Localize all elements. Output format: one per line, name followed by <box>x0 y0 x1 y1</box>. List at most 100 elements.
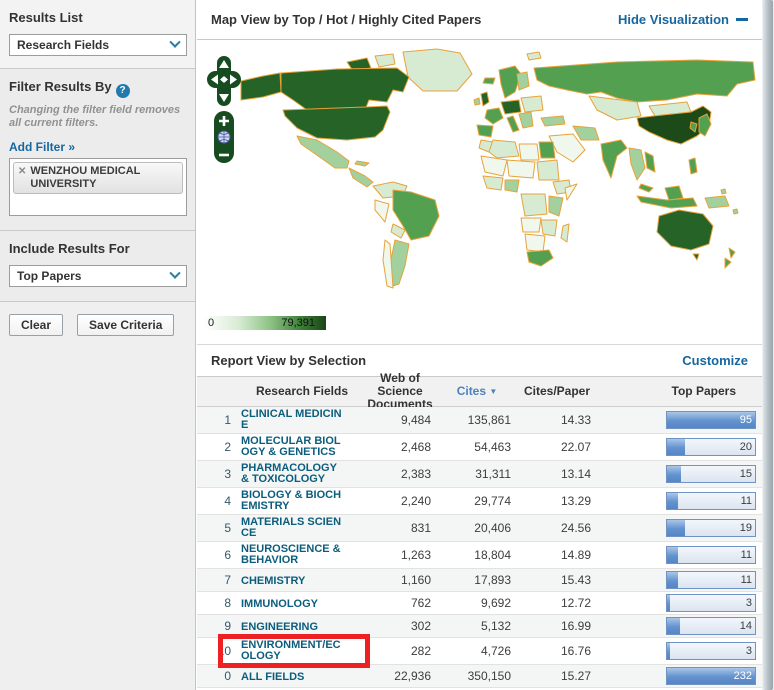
include-results-label: Include Results For <box>9 241 186 256</box>
row-field-link[interactable]: CHEMISTRY <box>241 576 343 587</box>
chevron-down-icon <box>164 266 186 286</box>
top-papers-bar-fill <box>667 595 670 611</box>
docs-column-header[interactable]: Web of Science Documents <box>363 372 437 411</box>
row-cites: 350,150 <box>437 669 517 683</box>
top-papers-bar-fill <box>667 493 678 509</box>
top-papers-bar: 11 <box>666 546 756 564</box>
results-list-section: Results List Research Fields <box>0 0 195 69</box>
filter-by-label: Filter Results By <box>9 79 112 94</box>
table-row: 3 PHARMACOLOGY & TOXICOLOGY 2,383 31,311… <box>197 461 762 488</box>
report-table-body: 1 CLINICAL MEDICINE 9,484 135,861 14.33 … <box>197 407 762 688</box>
row-cites: 31,311 <box>437 467 517 481</box>
row-field-link[interactable]: CLINICAL MEDICINE <box>241 409 343 431</box>
row-rank: 10 <box>197 644 241 658</box>
row-rank: 7 <box>197 573 241 587</box>
row-docs: 22,936 <box>363 669 437 683</box>
row-rank: 8 <box>197 596 241 610</box>
row-docs: 9,484 <box>363 413 437 427</box>
hide-visualization-link[interactable]: Hide Visualization <box>618 12 748 27</box>
clear-button[interactable]: Clear <box>9 314 63 336</box>
filter-tag[interactable]: ✕ WENZHOU MEDICAL UNIVERSITY <box>13 162 183 194</box>
save-criteria-button[interactable]: Save Criteria <box>77 314 174 336</box>
top-papers-bar-fill <box>667 547 678 563</box>
row-field-link[interactable]: PHARMACOLOGY & TOXICOLOGY <box>241 463 343 485</box>
map-pan-control[interactable] <box>207 56 241 106</box>
row-rank: 3 <box>197 467 241 481</box>
add-filter-link[interactable]: Add Filter » <box>9 140 75 154</box>
active-filters-box: ✕ WENZHOU MEDICAL UNIVERSITY <box>9 158 187 216</box>
customize-link[interactable]: Customize <box>682 353 748 368</box>
row-ratio: 13.29 <box>517 494 597 508</box>
row-rank: 1 <box>197 413 241 427</box>
top-papers-bar: 3 <box>666 594 756 612</box>
row-ratio: 12.72 <box>517 596 597 610</box>
help-icon[interactable]: ? <box>116 84 130 98</box>
row-ratio: 16.76 <box>517 644 597 658</box>
top-papers-bar-value: 15 <box>740 468 752 480</box>
vertical-scrollbar[interactable] <box>762 0 774 690</box>
ratio-column-header[interactable]: Cites/Paper <box>517 385 597 398</box>
top-papers-bar-value: 3 <box>746 597 752 609</box>
filter-tag-label: WENZHOU MEDICAL UNIVERSITY <box>30 165 170 191</box>
top-papers-bar-value: 3 <box>746 645 752 657</box>
table-row: 6 NEUROSCIENCE & BEHAVIOR 1,263 18,804 1… <box>197 542 762 569</box>
cites-column-header[interactable]: Cites ▼ <box>437 385 517 398</box>
scrollbar-thumb[interactable] <box>763 0 773 690</box>
top-papers-bar: 3 <box>666 642 756 660</box>
top-papers-bar: 11 <box>666 571 756 589</box>
row-field-link[interactable]: NEUROSCIENCE & BEHAVIOR <box>241 544 343 566</box>
table-row: 10 ENVIRONMENT/ECOLOGY 282 4,726 16.76 3 <box>197 638 762 665</box>
cites-column-label: Cites <box>457 384 486 398</box>
row-docs: 762 <box>363 596 437 610</box>
row-field-link[interactable]: MOLECULAR BIOLOGY & GENETICS <box>241 436 343 458</box>
field-column-header[interactable]: Research Fields <box>241 385 363 398</box>
world-map <box>197 40 762 344</box>
top-papers-bar-value: 11 <box>741 495 752 507</box>
row-field-link[interactable]: ENGINEERING <box>241 622 343 633</box>
map-zoom-control[interactable] <box>213 110 235 164</box>
table-row: 0 ALL FIELDS 22,936 350,150 15.27 232 <box>197 665 762 688</box>
top-papers-bar: 14 <box>666 617 756 635</box>
row-rank: 4 <box>197 494 241 508</box>
row-ratio: 24.56 <box>517 521 597 535</box>
row-field-link[interactable]: MATERIALS SCIENCE <box>241 517 343 539</box>
row-rank: 2 <box>197 440 241 454</box>
sidebar-actions: Clear Save Criteria <box>0 302 195 346</box>
row-cites: 18,804 <box>437 548 517 562</box>
top-papers-bar: 95 <box>666 411 756 429</box>
row-cites: 20,406 <box>437 521 517 535</box>
results-list-dropdown[interactable]: Research Fields <box>9 34 187 56</box>
row-field-link[interactable]: ALL FIELDS <box>241 672 343 683</box>
row-cites: 135,861 <box>437 413 517 427</box>
top-papers-bar-value: 232 <box>734 670 752 682</box>
row-rank: 6 <box>197 548 241 562</box>
row-field-link[interactable]: BIOLOGY & BIOCHEMISTRY <box>241 490 343 512</box>
row-rank: 0 <box>197 669 241 683</box>
filter-section: Filter Results By? Changing the filter f… <box>0 69 195 231</box>
include-results-dropdown[interactable]: Top Papers <box>9 265 187 287</box>
row-cites: 5,132 <box>437 619 517 633</box>
row-ratio: 16.99 <box>517 619 597 633</box>
top-papers-bar-value: 95 <box>740 414 752 426</box>
row-field-link[interactable]: ENVIRONMENT/ECOLOGY <box>241 640 343 662</box>
remove-filter-icon[interactable]: ✕ <box>18 165 26 191</box>
row-field-link[interactable]: IMMUNOLOGY <box>241 599 343 610</box>
sidebar: Results List Research Fields Filter Resu… <box>0 0 196 690</box>
top-papers-bar-value: 20 <box>740 441 752 453</box>
row-ratio: 22.07 <box>517 440 597 454</box>
table-row: 1 CLINICAL MEDICINE 9,484 135,861 14.33 … <box>197 407 762 434</box>
table-row: 9 ENGINEERING 302 5,132 16.99 14 <box>197 615 762 638</box>
row-ratio: 14.33 <box>517 413 597 427</box>
row-docs: 2,468 <box>363 440 437 454</box>
results-list-label: Results List <box>9 10 186 25</box>
row-cites: 9,692 <box>437 596 517 610</box>
top-papers-bar-fill <box>667 520 685 536</box>
table-row: 4 BIOLOGY & BIOCHEMISTRY 2,240 29,774 13… <box>197 488 762 515</box>
legend-max-value: 79,391 <box>281 317 315 329</box>
top-papers-column-header[interactable]: Top Papers <box>597 385 762 398</box>
map-title: Map View by Top / Hot / Highly Cited Pap… <box>211 12 481 27</box>
top-papers-bar-fill <box>667 643 670 659</box>
row-ratio: 13.14 <box>517 467 597 481</box>
row-docs: 831 <box>363 521 437 535</box>
row-cites: 54,463 <box>437 440 517 454</box>
